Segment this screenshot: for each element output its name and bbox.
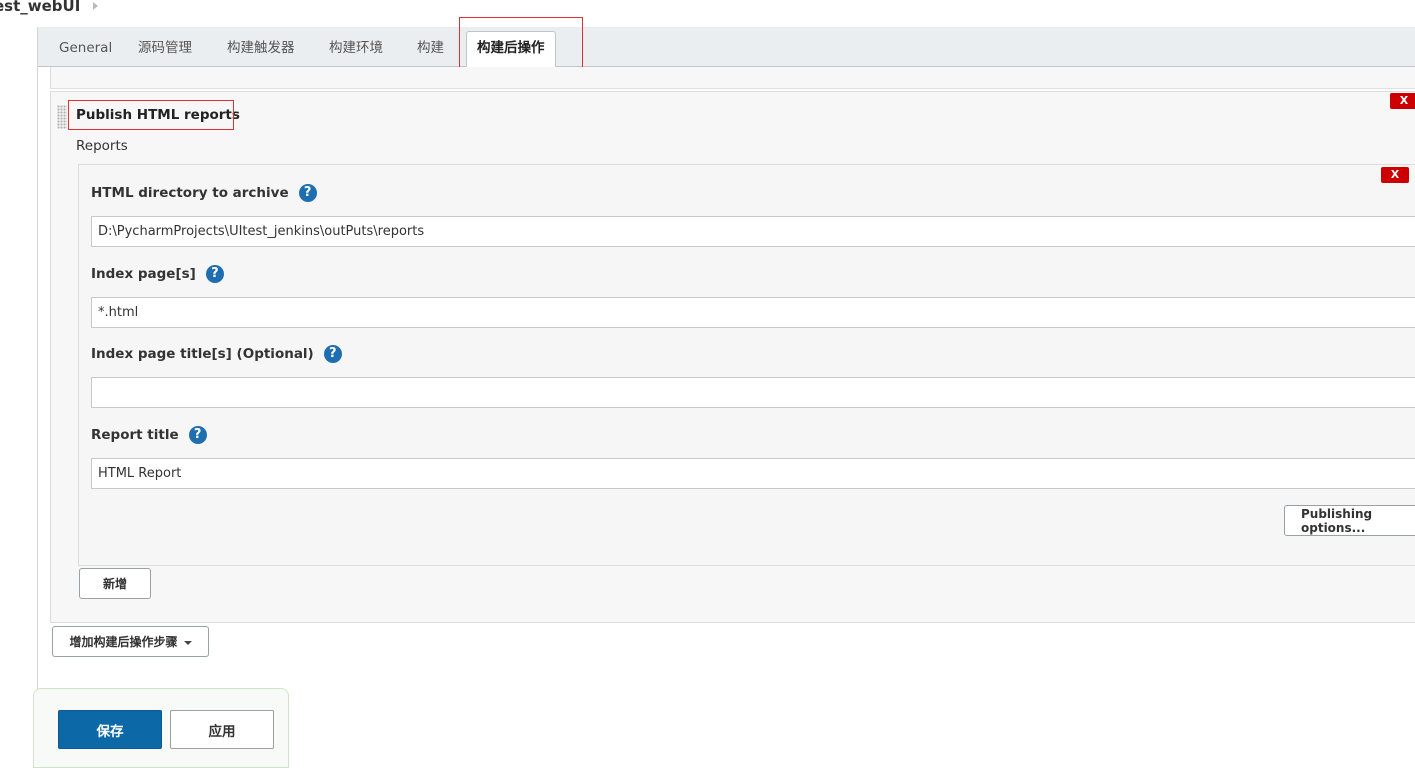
index-pages-label-text: Index page[s] — [91, 266, 196, 282]
drag-handle-icon[interactable] — [57, 105, 67, 129]
save-button[interactable]: 保存 — [58, 710, 162, 749]
html-directory-input[interactable] — [91, 216, 1415, 247]
tab-post-build-actions[interactable]: 构建后操作 — [466, 31, 556, 68]
index-titles-label: Index page title[s] (Optional) ? — [91, 345, 342, 363]
index-titles-label-text: Index page title[s] (Optional) — [91, 346, 314, 362]
reports-label: Reports — [76, 138, 128, 154]
add-post-build-step-button[interactable]: 增加构建后操作步骤 — [52, 626, 209, 657]
help-icon[interactable]: ? — [188, 426, 207, 444]
help-icon[interactable]: ? — [323, 345, 342, 363]
apply-button[interactable]: 应用 — [170, 710, 274, 749]
index-titles-input[interactable] — [91, 377, 1415, 408]
tab-build-triggers[interactable]: 构建触发器 — [227, 27, 295, 67]
top-bar: est_webUI — [0, 0, 1415, 27]
add-report-button[interactable]: 新增 — [79, 568, 151, 599]
report-title-label: Report title ? — [91, 426, 207, 444]
caret-down-icon — [183, 640, 192, 645]
tab-build[interactable]: 构建 — [417, 27, 444, 67]
report-title-label-text: Report title — [91, 427, 179, 443]
report-title-input[interactable] — [91, 458, 1415, 489]
add-post-build-step-label: 增加构建后操作步骤 — [69, 635, 178, 649]
help-icon[interactable]: ? — [298, 184, 317, 202]
index-pages-label: Index page[s] ? — [91, 265, 224, 283]
tab-build-environment[interactable]: 构建环境 — [329, 27, 383, 67]
chevron-right-icon[interactable] — [93, 2, 98, 10]
html-directory-label-text: HTML directory to archive — [91, 185, 289, 201]
publishing-options-button[interactable]: Publishing options... — [1284, 505, 1415, 536]
index-pages-input[interactable] — [91, 297, 1415, 328]
config-tabs: General 源码管理 构建触发器 构建环境 构建 构建后操作 — [38, 27, 1415, 68]
html-directory-label: HTML directory to archive ? — [91, 184, 317, 202]
delete-section-button[interactable]: X — [1390, 93, 1415, 109]
report-entry: X HTML directory to archive ? Index page… — [78, 164, 1415, 566]
section-title: Publish HTML reports — [76, 107, 240, 123]
help-icon[interactable]: ? — [205, 265, 224, 283]
bottom-action-bar: 保存 应用 — [33, 688, 289, 768]
tab-source-control[interactable]: 源码管理 — [138, 27, 192, 67]
left-divider — [37, 27, 38, 763]
tab-general[interactable]: General — [59, 27, 112, 67]
breadcrumb-project[interactable]: est_webUI — [0, 0, 80, 15]
form-section-strip — [50, 67, 1415, 89]
delete-report-button[interactable]: X — [1381, 167, 1409, 183]
publish-html-section: Publish HTML reports X Reports X HTML di… — [50, 91, 1415, 623]
